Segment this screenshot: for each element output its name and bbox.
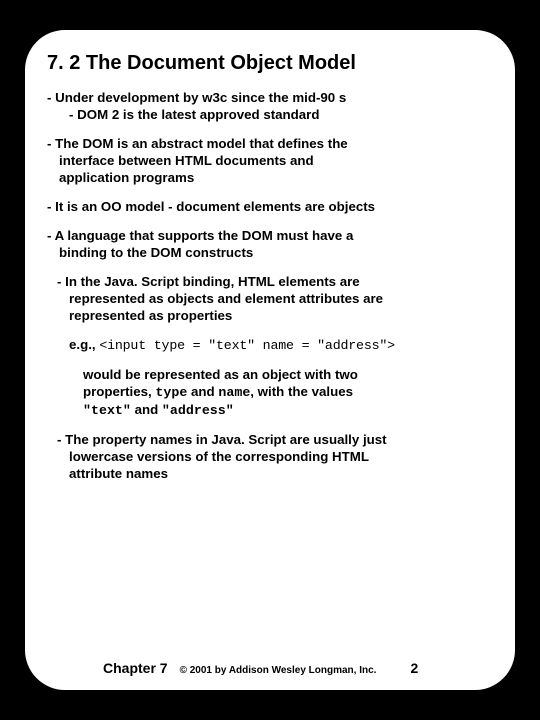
slide-footer: Chapter 7 © 2001 by Addison Wesley Longm… xyxy=(47,660,493,676)
text: represented as properties xyxy=(57,307,493,324)
text: would be represented as an object with t… xyxy=(83,367,358,382)
copyright-text: © 2001 by Addison Wesley Longman, Inc. xyxy=(180,665,377,676)
sub-text: - DOM 2 is the latest approved standard xyxy=(47,106,493,123)
text: properties, xyxy=(83,384,155,399)
bullet-4: - A language that supports the DOM must … xyxy=(47,227,493,261)
eg-label: e.g., xyxy=(69,337,96,352)
text: and xyxy=(187,384,218,399)
code-type: type xyxy=(155,385,187,400)
bullet-2: - The DOM is an abstract model that defi… xyxy=(47,135,493,186)
bullet-3: - It is an OO model - document elements … xyxy=(47,198,493,215)
bullet-5: - In the Java. Script binding, HTML elem… xyxy=(47,273,493,324)
text: attribute names xyxy=(57,465,493,482)
code-sample: <input type = "text" name = "address"> xyxy=(99,338,395,353)
code-text-val: "text" xyxy=(83,403,131,418)
slide-frame: 7. 2 The Document Object Model - Under d… xyxy=(23,28,517,692)
example-block: e.g., <input type = "text" name = "addre… xyxy=(47,336,493,354)
text: application programs xyxy=(47,169,493,186)
text: and xyxy=(131,402,162,417)
text: interface between HTML documents and xyxy=(47,152,493,169)
text: binding to the DOM constructs xyxy=(47,244,493,261)
text: - In the Java. Script binding, HTML elem… xyxy=(57,274,360,289)
page-number: 2 xyxy=(410,660,418,676)
text: lowercase versions of the corresponding … xyxy=(57,448,493,465)
text: - It is an OO model - document elements … xyxy=(47,199,375,214)
code-address-val: "address" xyxy=(162,403,234,418)
slide-title: 7. 2 The Document Object Model xyxy=(47,52,493,75)
text: , with the values xyxy=(250,384,353,399)
slide-content: - Under development by w3c since the mid… xyxy=(47,89,493,660)
text: - The property names in Java. Script are… xyxy=(57,432,387,447)
code-name: name xyxy=(218,385,250,400)
bullet-7: - The property names in Java. Script are… xyxy=(47,431,493,482)
example-explain: would be represented as an object with t… xyxy=(47,366,493,419)
text: - A language that supports the DOM must … xyxy=(47,228,353,243)
text: - The DOM is an abstract model that defi… xyxy=(47,136,348,151)
bullet-1: - Under development by w3c since the mid… xyxy=(47,89,493,123)
text: represented as objects and element attri… xyxy=(57,290,493,307)
chapter-label: Chapter 7 xyxy=(103,660,168,676)
text: - Under development by w3c since the mid… xyxy=(47,90,346,105)
